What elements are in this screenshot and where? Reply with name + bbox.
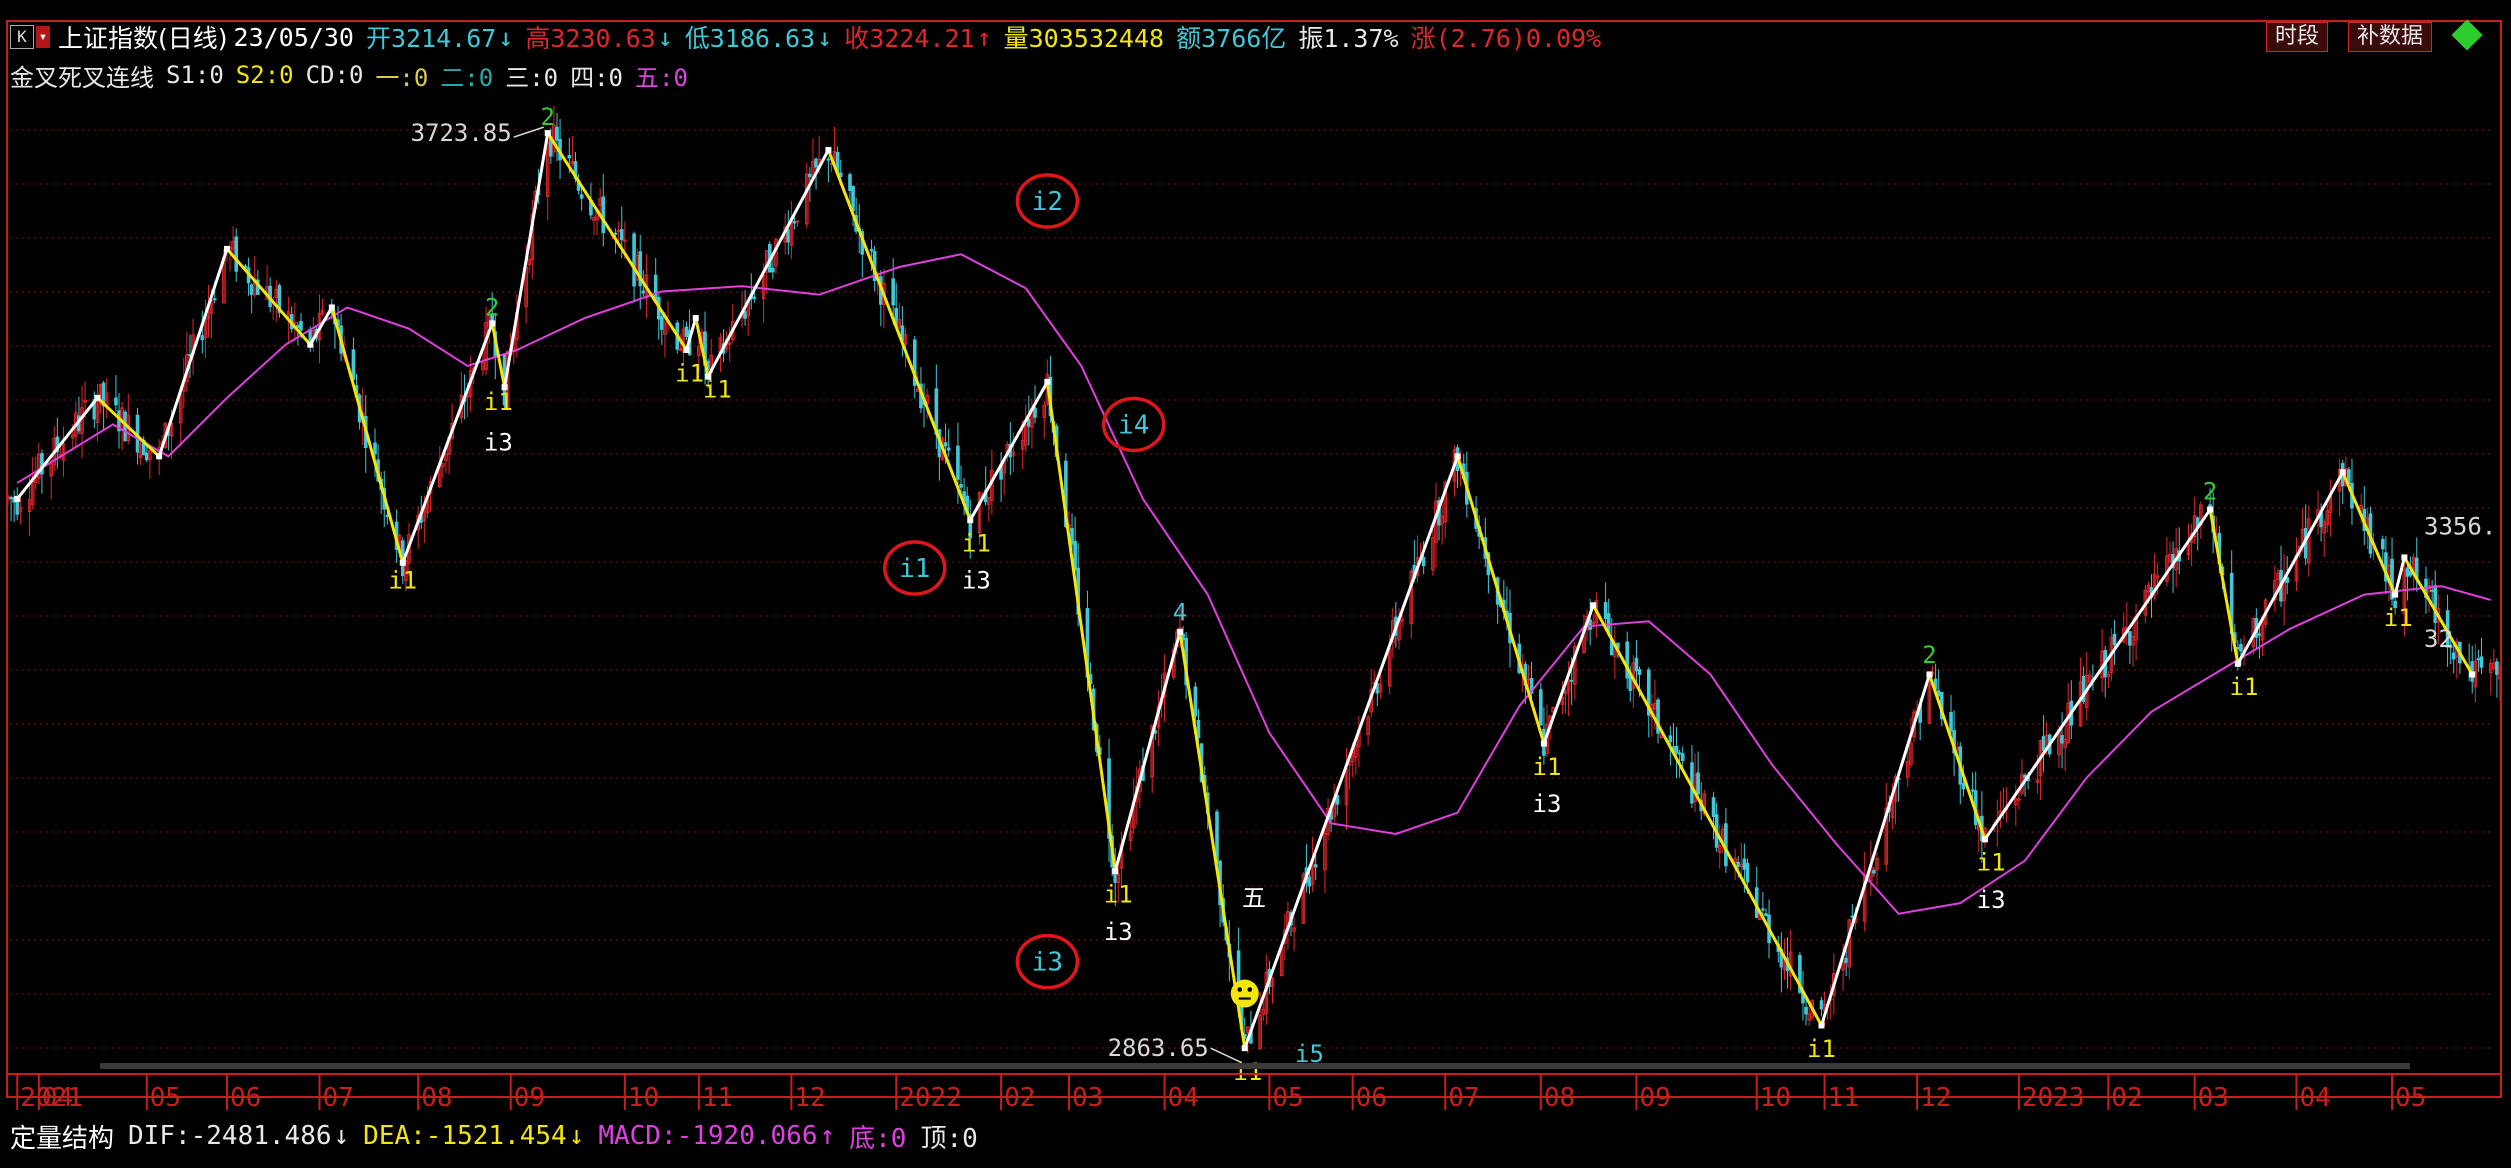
low-price: 低3186.63 <box>684 24 816 53</box>
amount: 额3766亿 <box>1176 24 1287 53</box>
footer-bottom: 底:0 <box>849 1123 907 1154</box>
high-price: 高3230.63 <box>525 24 656 53</box>
footer-dea: DEA:-1521.454 <box>363 1121 567 1151</box>
indicator-one: 一:0 <box>375 63 429 92</box>
indicator-name: 金叉死叉连线 <box>10 63 154 92</box>
footer-dif: DIF:-2481.486 <box>128 1121 332 1151</box>
indicator-s2: S2:0 <box>235 61 294 89</box>
open-arrow-icon: ↓ <box>498 22 514 52</box>
low-arrow-icon: ↓ <box>817 22 833 52</box>
indicator-cd: CD:0 <box>305 61 364 89</box>
chart-menu-dropdown[interactable]: ▾ <box>36 26 50 48</box>
amplitude: 振1.37% <box>1298 24 1399 53</box>
segment-button[interactable]: 时段 <box>2266 22 2329 52</box>
footer-name: 定量结构 <box>10 1123 115 1154</box>
footer-indicator-bar: 定量结构 DIF:-2481.486 ↓ DEA:-1521.454 ↓ MAC… <box>10 1118 992 1154</box>
quote-date: 23/05/30 <box>233 22 354 52</box>
indicator-two: 二:0 <box>440 63 494 92</box>
volume: 量303532448 <box>1003 24 1165 53</box>
change: 涨(2.76)0.09% <box>1410 24 1602 53</box>
high-arrow-icon: ↓ <box>657 22 673 52</box>
close-price: 收3224.21 <box>844 24 975 53</box>
k-line-button[interactable]: K <box>10 25 34 49</box>
open-price: 开3214.67 <box>365 24 497 53</box>
close-arrow-icon: ↑ <box>976 22 992 52</box>
dif-arrow-icon: ↓ <box>333 1121 350 1151</box>
indicator-three: 三:0 <box>505 63 559 92</box>
indicator-five: 五:0 <box>635 63 688 92</box>
footer-top: 顶:0 <box>920 1123 978 1154</box>
quote-header: K ▾ 上证指数(日线) 23/05/30 开3214.67 ↓ 高3230.6… <box>10 20 1613 54</box>
supplement-data-button[interactable]: 补数据 <box>2348 22 2433 52</box>
indicator-header: 金叉死叉连线 S1:0 S2:0 CD:0 一:0 二:0 三:0 四:0 五:… <box>10 58 700 92</box>
macd-arrow-icon: ↑ <box>819 1121 836 1151</box>
footer-macd: MACD:-1920.066 <box>598 1121 818 1151</box>
security-title: 上证指数(日线) <box>58 24 228 53</box>
chart-frame <box>6 20 2502 1098</box>
indicator-four: 四:0 <box>570 63 624 92</box>
dea-arrow-icon: ↓ <box>568 1121 585 1151</box>
indicator-s1: S1:0 <box>166 61 224 89</box>
